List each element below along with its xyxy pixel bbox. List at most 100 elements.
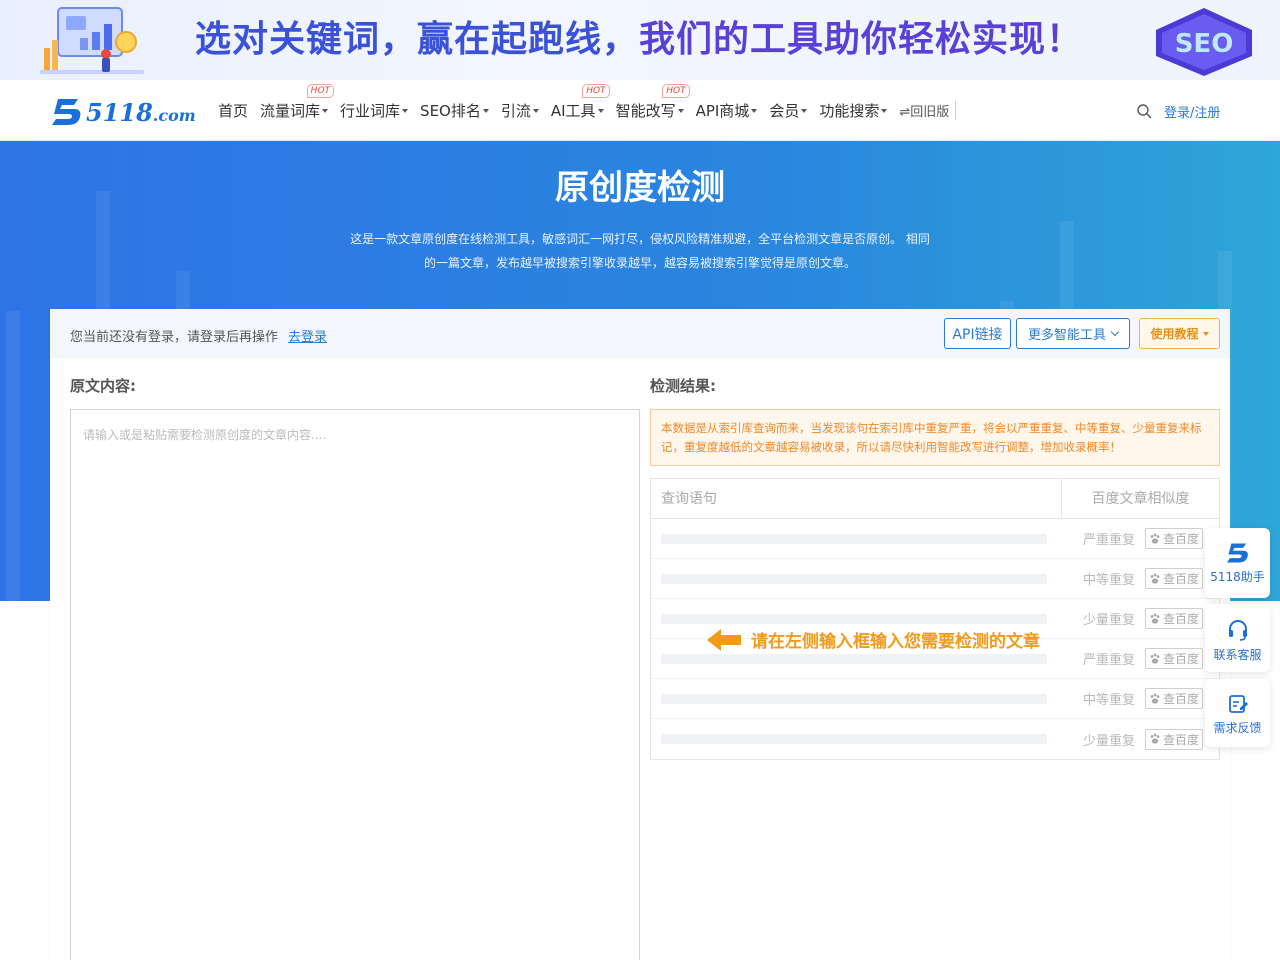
analytics-illustration-icon [40, 7, 144, 74]
caret-down-icon [402, 108, 409, 113]
more-ai-tools-button[interactable]: 更多智能工具 [1016, 318, 1130, 349]
query-cell [651, 719, 1062, 759]
nav-item-membership[interactable]: 会员 [769, 100, 808, 121]
customer-service-button[interactable]: 联系客服 [1205, 604, 1270, 672]
duplicate-level: 少量重复 [1082, 613, 1135, 628]
duplicate-level: 中等重复 [1082, 693, 1135, 708]
caret-down-icon [677, 108, 684, 113]
placeholder-bar [661, 734, 1047, 744]
logo-mark-icon [1226, 543, 1248, 563]
placeholder-bar [661, 654, 1047, 664]
table-row: 中等重复 查百度 [651, 679, 1219, 719]
table-row: 严重重复 查百度 [651, 519, 1219, 559]
caret-down-icon [322, 108, 329, 113]
nav-item-smart-rewrite[interactable]: 智能改写 HOT [616, 84, 690, 121]
article-input-box[interactable] [70, 409, 640, 960]
placeholder-bar [661, 614, 1047, 624]
column-query: 查询语句 [651, 479, 1062, 518]
caret-down-icon [801, 108, 808, 113]
table-row: 少量重复 查百度 [651, 719, 1219, 759]
duplicate-level: 少量重复 [1082, 733, 1135, 749]
banner-slogan: 选对关键词，赢在起跑线，我们的工具助你轻松实现！ [195, 18, 1083, 62]
baidu-paw-icon [1150, 733, 1160, 744]
login-register-link[interactable]: 登录/注册 [1164, 102, 1220, 121]
similarity-cell: 少量重复 查百度 [1062, 599, 1219, 638]
placeholder-bar [661, 694, 1047, 704]
seo-badge-icon: SEO [1156, 8, 1252, 76]
logo-text: 5118.com [86, 97, 196, 127]
login-tip: 您当前还没有登录，请登录后再操作 去登录 [70, 330, 328, 345]
caret-down-icon [482, 108, 489, 113]
check-baidu-button[interactable]: 查百度 [1145, 528, 1203, 549]
check-baidu-button[interactable]: 查百度 [1145, 568, 1203, 589]
baidu-paw-icon [1150, 693, 1160, 704]
seo-badge-text: SEO [1175, 29, 1234, 59]
arrow-left-icon [707, 628, 741, 651]
hot-badge: HOT [306, 84, 335, 98]
query-cell [651, 679, 1062, 718]
banner-slogan-part1: 选对关键词，赢在起跑线， [195, 19, 640, 60]
go-login-link[interactable]: 去登录 [288, 330, 327, 345]
nav-item-seo-ranking[interactable]: SEO排名 [420, 100, 489, 121]
check-baidu-button[interactable]: 查百度 [1145, 728, 1203, 750]
caret-down-icon [751, 108, 758, 113]
hot-badge: HOT [662, 84, 690, 98]
banner-slogan-part2: 我们的工具助你轻松实现！ [639, 19, 1084, 60]
column-similarity: 百度文章相似度 [1091, 491, 1190, 507]
hot-badge: HOT [582, 84, 610, 98]
baidu-paw-icon [1150, 533, 1160, 544]
assistant-5118-button[interactable]: 5118助手 [1205, 528, 1270, 598]
feedback-button[interactable]: 需求反馈 [1205, 679, 1270, 747]
nav-item-ai-tools[interactable]: AI工具 HOT [551, 84, 610, 121]
result-table-header: 查询语句 百度文章相似度 [651, 479, 1219, 519]
nav-item-industry-keywords[interactable]: 行业词库 [340, 100, 409, 121]
similarity-cell: 严重重复 查百度 [1062, 519, 1219, 558]
placeholder-bar [661, 574, 1047, 584]
panel-toolbar: 您当前还没有登录，请登录后再操作 去登录 API链接 更多智能工具 使用教程 [50, 309, 1230, 358]
input-hint: 请在左侧输入框输入您需要检测的文章 [707, 627, 1040, 652]
site-logo[interactable]: 5118.com [50, 96, 198, 128]
baidu-paw-icon [1150, 613, 1160, 624]
nav-menu: 首页 流量词库 HOT 行业词库 SEO排名 引流 AI工具 HOT 智能改写 HOT… [218, 80, 957, 141]
nav-item-feature-search[interactable]: 功能搜索 [819, 100, 888, 121]
nav-item-traffic-keywords[interactable]: 流量词库 HOT [260, 84, 335, 121]
search-icon[interactable] [1136, 103, 1152, 119]
caret-down-icon [881, 108, 888, 113]
chevron-down-icon [1110, 327, 1120, 336]
headset-icon [1228, 620, 1247, 641]
caret-down-icon [1202, 331, 1209, 336]
baidu-paw-icon [1150, 573, 1160, 584]
feedback-edit-icon [1228, 695, 1248, 713]
check-baidu-button[interactable]: 查百度 [1145, 608, 1203, 629]
main-navigation: 5118.com 首页 流量词库 HOT 行业词库 SEO排名 引流 AI工具 HO… [0, 80, 1280, 141]
top-banner[interactable]: 选对关键词，赢在起跑线，我们的工具助你轻松实现！ SEO [0, 0, 1280, 80]
old-version-link[interactable]: ⇌回旧版 [899, 101, 957, 120]
similarity-cell: 中等重复 查百度 [1062, 559, 1219, 598]
nav-item-api-store[interactable]: API商城 [696, 100, 758, 121]
result-label: 检测结果: [650, 377, 716, 395]
check-baidu-button[interactable]: 查百度 [1145, 688, 1203, 709]
tutorial-button[interactable]: 使用教程 [1139, 318, 1220, 349]
placeholder-bar [661, 534, 1047, 544]
duplicate-level: 严重重复 [1082, 533, 1135, 548]
similarity-cell: 少量重复 查百度 [1062, 719, 1219, 759]
logo-mark-icon [52, 99, 81, 125]
check-baidu-button[interactable]: 查百度 [1145, 648, 1203, 669]
query-cell [651, 519, 1062, 558]
caret-down-icon [597, 108, 604, 113]
result-notice: 本数据是从索引库查询而来，当发现该句在索引库中重复严重，将会以严重重复、中等重复… [650, 409, 1220, 466]
page-description: 这是一款文章原创度在线检测工具，敏感词汇一网打尽，侵权风险精准规避，全平台检测文… [350, 232, 930, 270]
nav-item-traffic-drive[interactable]: 引流 [501, 100, 539, 121]
article-input[interactable] [71, 410, 639, 960]
api-link-button[interactable]: API链接 [944, 318, 1011, 349]
page-title: 原创度检测 [555, 168, 725, 208]
baidu-paw-icon [1150, 653, 1160, 664]
table-row: 中等重复 查百度 [651, 559, 1219, 599]
nav-item-home[interactable]: 首页 [218, 100, 248, 121]
caret-down-icon [532, 108, 539, 113]
result-table: 查询语句 百度文章相似度 严重重复 查百度 中等重复 查百度 少量重复 查百度 严重重复 查百… [650, 478, 1220, 760]
source-content-label: 原文内容: [70, 377, 136, 395]
duplicate-level: 中等重复 [1082, 573, 1135, 588]
originality-check-panel: 您当前还没有登录，请登录后再操作 去登录 API链接 更多智能工具 使用教程 原文… [50, 309, 1230, 960]
similarity-cell: 中等重复 查百度 [1062, 679, 1219, 718]
